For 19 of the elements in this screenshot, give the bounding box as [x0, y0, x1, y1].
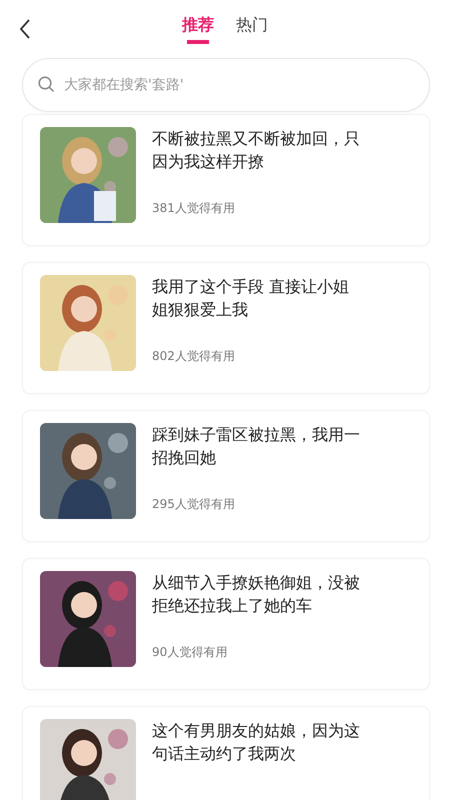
tab[interactable]: 热门 [236, 14, 268, 44]
article-title: 我用了这个手段 直接让小姐姐狠狠爱上我 [152, 276, 350, 321]
article-card[interactable]: 踩到妹子雷区被拉黑，我用一招挽回她 295人觉得有用 [22, 410, 430, 542]
article-title: 从细节入手撩妖艳御姐，没被拒绝还拉我上了她的车 [152, 572, 361, 617]
helpful-count: 295人觉得有用 [152, 496, 236, 513]
article-title: 不断被拉黑又不断被加回，只因为我这样开撩 [152, 128, 361, 173]
article-card[interactable]: 我用了这个手段 直接让小姐姐狠狠爱上我 802人觉得有用 [22, 262, 430, 394]
article-card[interactable]: 不断被拉黑又不断被加回，只因为我这样开撩 381人觉得有用 [22, 114, 430, 246]
helpful-count: 90人觉得有用 [152, 644, 228, 661]
article-title: 这个有男朋友的姑娘，因为这句话主动约了我两次 [152, 720, 361, 765]
helpful-count: 381人觉得有用 [152, 200, 236, 217]
article-card[interactable]: 从细节入手撩妖艳御姐，没被拒绝还拉我上了她的车 90人觉得有用 [22, 558, 430, 690]
back-icon [19, 19, 31, 39]
article-card[interactable]: 这个有男朋友的姑娘，因为这句话主动约了我两次 [22, 706, 430, 800]
search-icon [38, 76, 55, 93]
tab[interactable]: 推荐 [182, 14, 214, 44]
helpful-count: 802人觉得有用 [152, 348, 236, 365]
search-field[interactable]: 大家都在搜索'套路' [22, 58, 430, 112]
article-title: 踩到妹子雷区被拉黑，我用一招挽回她 [152, 424, 361, 469]
